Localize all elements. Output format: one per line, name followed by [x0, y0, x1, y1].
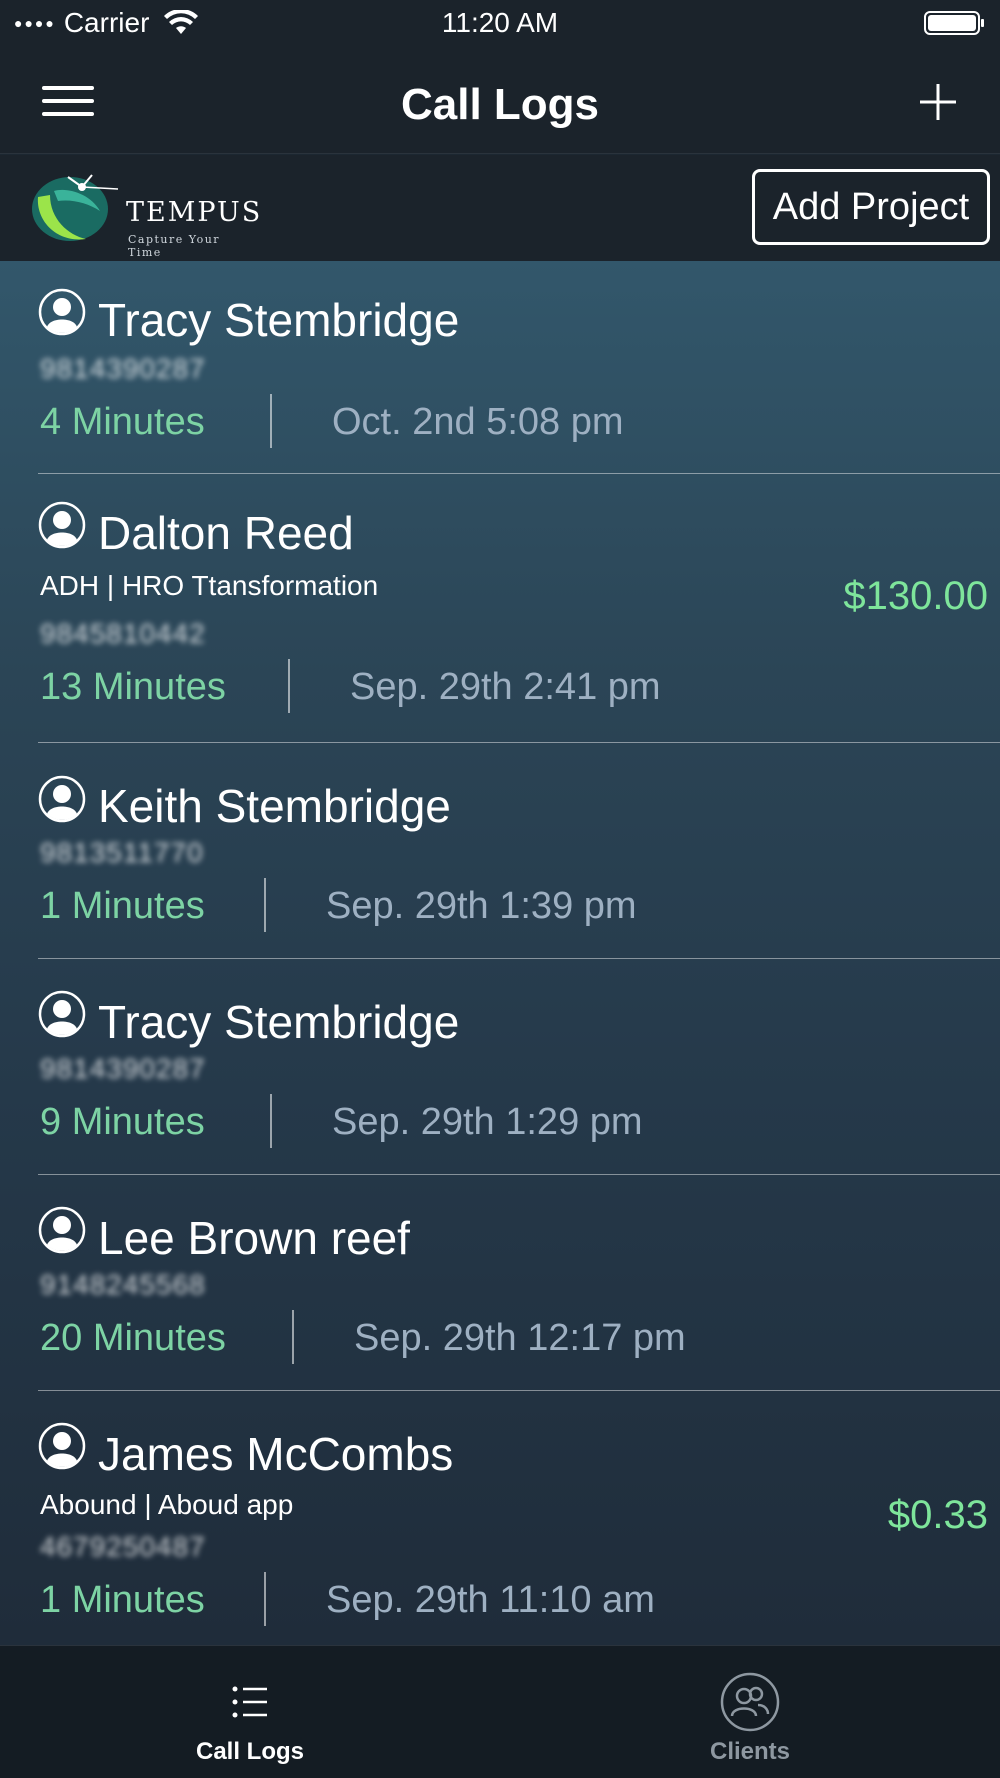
- add-project-button[interactable]: Add Project: [752, 169, 990, 245]
- phone-number: 9814390287: [40, 353, 206, 384]
- call-log-item[interactable]: Lee Brown reef 9148245568 20 Minutes Sep…: [38, 1175, 1000, 1391]
- logo-subtitle: Capture Your Time: [128, 233, 221, 259]
- call-log-item[interactable]: James McCombs Abound | Aboud app $0.33 4…: [38, 1391, 1000, 1645]
- call-list: Tracy Stembridge 9814390287 4 Minutes Oc…: [0, 261, 1000, 1645]
- call-duration: 13 Minutes: [40, 666, 226, 708]
- call-log-item[interactable]: Tracy Stembridge 9814390287 9 Minutes Se…: [38, 959, 1000, 1175]
- battery-icon: [924, 11, 984, 35]
- tab-label: Clients: [709, 1738, 790, 1765]
- logo-title: TEMPUS: [126, 197, 263, 228]
- plus-icon[interactable]: [916, 80, 960, 124]
- call-datetime: Sep. 29th 11:10 am: [326, 1579, 655, 1621]
- contact-name: Tracy Stembridge: [98, 294, 460, 346]
- contact-name: Dalton Reed: [98, 507, 354, 559]
- contact-name: Tracy Stembridge: [98, 996, 460, 1048]
- person-icon: [38, 1206, 86, 1254]
- call-log-item[interactable]: Tracy Stembridge 9814390287 4 Minutes Oc…: [38, 261, 1000, 474]
- phone-number: 9845810442: [40, 618, 206, 649]
- status-time: 11:20 AM: [441, 7, 559, 38]
- person-icon: [38, 288, 86, 336]
- phone-number: 4679250487: [40, 1531, 206, 1562]
- list-icon: [232, 1686, 267, 1718]
- tab-clients[interactable]: Clients: [500, 1646, 1000, 1778]
- tab-label: Call Logs: [195, 1738, 304, 1765]
- brand-bar: TEMPUS Capture Your Time Add Project: [0, 155, 1000, 261]
- call-duration: 1 Minutes: [40, 885, 205, 927]
- phone-number: 9813511770: [40, 837, 204, 868]
- call-duration: 4 Minutes: [40, 401, 205, 443]
- tab-bar: Call Logs Clients: [0, 1645, 1000, 1778]
- call-datetime: Sep. 29th 2:41 pm: [350, 666, 661, 708]
- contact-name: Lee Brown reef: [98, 1212, 410, 1264]
- divider: [292, 1310, 294, 1364]
- call-datetime: Sep. 29th 12:17 pm: [354, 1317, 686, 1359]
- call-log-item[interactable]: Keith Stembridge 9813511770 1 Minutes Se…: [38, 743, 1000, 959]
- divider: [270, 394, 272, 448]
- project-name: Abound | Aboud app: [40, 1489, 294, 1520]
- tempus-logo-icon: [32, 174, 119, 241]
- phone-number: 9814390287: [40, 1053, 206, 1084]
- divider: [264, 878, 266, 932]
- call-log-item[interactable]: Dalton Reed ADH | HRO Ttansformation $13…: [38, 474, 1000, 743]
- call-amount: $0.33: [887, 1493, 988, 1537]
- tab-call-logs[interactable]: Call Logs: [0, 1646, 500, 1778]
- status-bar: ●●●● Carrier 11:20 AM: [0, 0, 1000, 46]
- call-duration: 20 Minutes: [40, 1317, 226, 1359]
- call-duration: 1 Minutes: [40, 1579, 205, 1621]
- nav-bar: Call Logs: [0, 46, 1000, 154]
- call-datetime: Sep. 29th 1:29 pm: [332, 1101, 643, 1143]
- person-icon: [38, 501, 86, 549]
- person-icon: [38, 775, 86, 823]
- contact-name: Keith Stembridge: [98, 780, 451, 832]
- person-icon: [38, 990, 86, 1038]
- call-amount: $130.00: [843, 574, 988, 618]
- call-datetime: Sep. 29th 1:39 pm: [326, 885, 637, 927]
- phone-number: 9148245568: [40, 1269, 206, 1300]
- contact-name: James McCombs: [98, 1428, 454, 1480]
- tempus-logo: TEMPUS Capture Your Time: [18, 167, 260, 259]
- divider: [288, 659, 290, 713]
- divider: [264, 1572, 266, 1626]
- call-datetime: Oct. 2nd 5:08 pm: [332, 401, 624, 443]
- call-duration: 9 Minutes: [40, 1101, 205, 1143]
- project-name: ADH | HRO Ttansformation: [40, 570, 379, 601]
- person-icon: [38, 1422, 86, 1470]
- clients-icon: [720, 1672, 780, 1732]
- divider: [270, 1094, 272, 1148]
- page-title: Call Logs: [400, 80, 600, 129]
